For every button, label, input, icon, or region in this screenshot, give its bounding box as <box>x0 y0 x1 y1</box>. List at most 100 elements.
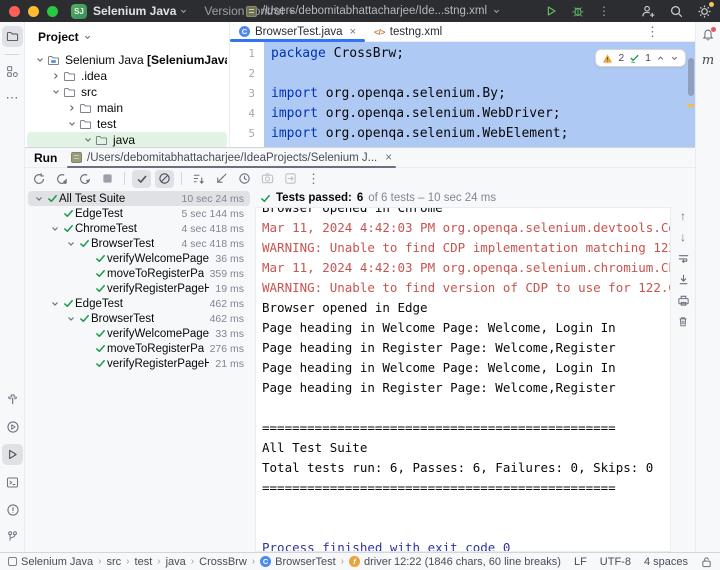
test-tree-item[interactable]: EdgeTest 5 sec 144 ms <box>28 206 250 221</box>
breadcrumb-separator: › <box>157 556 161 567</box>
project-tree-item-selenium java[interactable]: Selenium Java [SeleniumJava] ~/IdeaProje <box>27 52 227 68</box>
sort-by-duration-button[interactable] <box>212 170 231 188</box>
maven-tool-button[interactable]: m <box>702 53 714 68</box>
soft-wrap-button[interactable] <box>675 251 691 265</box>
terminal-tool-button[interactable] <box>2 473 23 492</box>
clear-console-button[interactable] <box>675 314 691 328</box>
test-tree-item[interactable]: BrowserTest 4 sec 418 ms <box>28 236 250 251</box>
sort-alphabetically-button[interactable] <box>189 170 208 188</box>
tab-testng-xml[interactable]: </> testng.xml <box>365 22 451 41</box>
close-tab-icon[interactable]: × <box>350 26 356 38</box>
print-button[interactable] <box>675 293 691 307</box>
project-tree-item-java[interactable]: java <box>27 132 227 147</box>
scroll-to-end-button[interactable] <box>675 272 691 286</box>
editor-scrollbar[interactable] <box>688 58 694 96</box>
lock-icon[interactable] <box>701 556 712 568</box>
scroll-up-button[interactable]: ↑ <box>675 209 691 223</box>
next-problem-button[interactable] <box>670 54 679 63</box>
debug-button[interactable] <box>571 4 585 18</box>
search-everywhere-button[interactable] <box>669 4 684 19</box>
project-tree-item-.idea[interactable]: .idea <box>27 68 227 84</box>
test-history-button[interactable] <box>235 170 254 188</box>
toggle-auto-test-button[interactable] <box>75 170 94 188</box>
notifications-button[interactable] <box>701 27 716 42</box>
project-tool-button[interactable] <box>1 26 23 47</box>
project-tree-item-test[interactable]: test <box>27 116 227 132</box>
test-tree-item[interactable]: verifyRegisterPageHeading (1) 21 ms <box>28 356 250 371</box>
project-widget[interactable]: Selenium Java <box>93 4 176 18</box>
test-name: BrowserTest <box>91 237 155 250</box>
breadcrumb-item-src[interactable]: src <box>107 556 122 568</box>
problems-tool-button[interactable] <box>2 500 23 519</box>
console[interactable]: Browser opened in Chrome Mar 11, 2024 4:4… <box>255 207 671 552</box>
test-tree-item[interactable]: EdgeTest 462 ms <box>28 296 250 311</box>
code-area[interactable]: 1 package CrossBrw; 2 3 import org.openqa.se… <box>230 42 695 147</box>
xml-file-icon: </> <box>374 26 385 37</box>
zoom-window-button[interactable] <box>47 5 58 17</box>
more-tool-windows-button[interactable]: ⋯ <box>2 88 23 107</box>
breadcrumb-item-browsertest[interactable]: C BrowserTest <box>260 556 336 568</box>
breadcrumb-item-crossbrw[interactable]: CrossBrw <box>199 556 247 568</box>
module-icon <box>8 557 17 566</box>
tab-browsertest-java[interactable]: C BrowserTest.java × <box>230 22 365 42</box>
code-line: 3 import org.openqa.selenium.By; <box>230 84 695 104</box>
close-window-button[interactable] <box>9 5 20 17</box>
rerun-button[interactable] <box>29 170 48 188</box>
rerun-failed-button[interactable] <box>52 170 71 188</box>
test-tree-item[interactable]: verifyWelcomePageHeading (1) 33 ms <box>28 326 250 341</box>
run-toolbar-more-button[interactable]: ⋮ <box>304 170 323 188</box>
test-tree-item[interactable]: verifyWelcomePageHeading 36 ms <box>28 251 250 266</box>
project-tree-item-src[interactable]: src <box>27 84 227 100</box>
test-tree-item[interactable]: moveToRegisterPage 359 ms <box>28 266 250 281</box>
project-tree-item-main[interactable]: main <box>27 100 227 116</box>
inspection-widget[interactable]: 2 1 <box>595 49 686 67</box>
code-with-me-button[interactable] <box>641 4 656 19</box>
run-button[interactable] <box>544 4 558 18</box>
prev-problem-button[interactable] <box>656 54 665 63</box>
scroll-down-button[interactable]: ↓ <box>675 230 691 244</box>
run-configuration-widget[interactable]: /Users/debomitabhattacharjee/Ide...stng.… <box>246 0 501 22</box>
show-ignored-toggle[interactable] <box>155 169 174 188</box>
more-run-actions-button[interactable]: ⋮ <box>598 5 610 17</box>
import-test-results-button[interactable] <box>281 170 300 188</box>
breadcrumb: Selenium Java › src › test › java › CrossBrw › C Br… <box>8 556 392 568</box>
console-line: Total tests run: 6, Passes: 6, Failures:… <box>262 460 654 475</box>
warning-stripe-mark[interactable] <box>687 104 694 107</box>
show-passed-toggle[interactable] <box>132 169 151 188</box>
test-tree-item[interactable]: All Test Suite 10 sec 24 ms <box>28 191 250 206</box>
run-panel: Run /Users/debomitabhattacharjee/IdeaPro… <box>25 147 695 552</box>
breadcrumb-item-test[interactable]: test <box>135 556 153 568</box>
test-tree-item[interactable]: ChromeTest 4 sec 418 ms <box>28 221 250 236</box>
folder-icon <box>63 71 76 82</box>
services-tool-button[interactable] <box>2 417 23 436</box>
run-tool-button[interactable] <box>2 444 23 465</box>
test-tree-item[interactable]: moveToRegisterPage (1) 276 ms <box>28 341 250 356</box>
minimize-window-button[interactable] <box>28 5 39 17</box>
breadcrumb-item-driver[interactable]: f driver <box>349 556 392 568</box>
editor-tab-options-button[interactable]: ⋮ <box>646 24 659 40</box>
test-tree-item[interactable]: verifyRegisterPageHeading 19 ms <box>28 281 250 296</box>
summary-label: Tests passed: <box>276 192 352 204</box>
snapshot-button[interactable] <box>258 170 277 188</box>
settings-button[interactable] <box>697 1 714 19</box>
close-run-tab-icon[interactable]: × <box>385 152 392 164</box>
project-panel-header[interactable]: Project <box>25 22 229 44</box>
test-name: EdgeTest <box>75 297 123 310</box>
test-duration: 33 ms <box>215 327 244 340</box>
encoding-widget[interactable]: UTF-8 <box>600 556 631 568</box>
build-tool-button[interactable] <box>2 390 23 409</box>
test-tree-item[interactable]: BrowserTest 462 ms <box>28 311 250 326</box>
structure-tool-button[interactable] <box>2 62 23 81</box>
git-tool-button[interactable] <box>2 527 23 546</box>
breadcrumb-item-java[interactable]: java <box>166 556 186 568</box>
indent-widget[interactable]: 4 spaces <box>644 556 688 568</box>
settings-notification-dot <box>709 1 714 7</box>
caret-position-widget[interactable]: 12:22 (1846 chars, 60 line breaks) <box>394 556 561 568</box>
line-separator-widget[interactable]: LF <box>574 556 587 568</box>
stop-button[interactable] <box>98 170 117 188</box>
breadcrumb-item-selenium-java[interactable]: Selenium Java <box>8 556 93 568</box>
test-passed-icon <box>77 238 91 249</box>
run-tab[interactable]: /Users/debomitabhattacharjee/IdeaProject… <box>67 148 396 168</box>
testng-config-icon <box>71 152 82 163</box>
test-name: moveToRegisterPage <box>107 267 204 280</box>
